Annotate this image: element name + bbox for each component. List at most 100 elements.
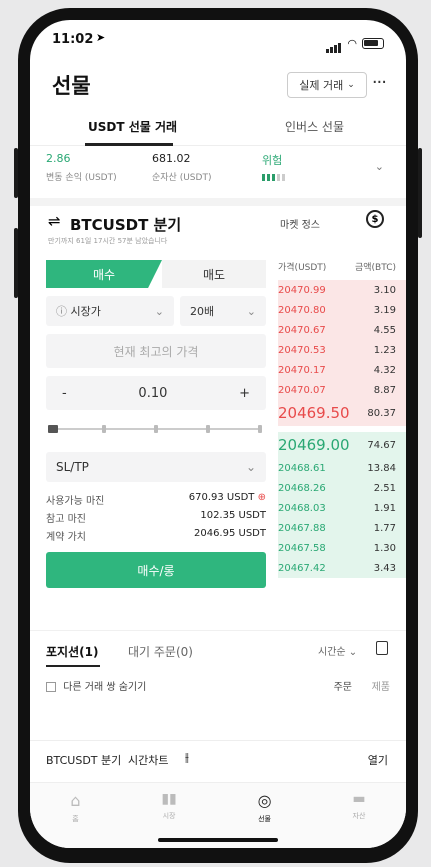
slider-handle[interactable]: [48, 425, 58, 433]
expiry-text: 만기까지 61일 17시간 57분 남았습니다: [48, 237, 168, 245]
candlestick-icon: ⫲: [185, 750, 189, 764]
order-book: 가격(USDT) 금액(BTC) 20470.99 3.10 20470.80 3.…: [278, 260, 406, 578]
checkbox-icon[interactable]: [46, 682, 56, 692]
buy-long-button[interactable]: 매수/롱: [46, 552, 266, 588]
section-divider: [30, 198, 406, 206]
chevron-down-icon: ⌄: [347, 80, 355, 90]
quantity-value[interactable]: 0.10: [138, 386, 167, 401]
bid-row[interactable]: 20468.61 13.84: [278, 458, 406, 478]
status-bar: 11:02 ➤ ◠: [30, 20, 406, 60]
ask-row[interactable]: 20470.17 4.32: [278, 360, 406, 380]
available-value: 670.93 USDT: [188, 492, 255, 503]
price-field[interactable]: 현재 최고의 가격: [46, 334, 266, 368]
risk-meter: [262, 174, 285, 181]
status-time: 11:02: [52, 32, 94, 47]
battery-icon: [362, 38, 384, 49]
tab-usdt-futures[interactable]: USDT 선물 거래: [88, 118, 177, 135]
product-column-label[interactable]: 제품: [372, 678, 390, 693]
market-tabs: USDT 선물 거래 인버스 선물: [30, 110, 406, 146]
ask-row[interactable]: 20470.99 3.10: [278, 280, 406, 300]
futures-icon: ◎: [257, 791, 272, 810]
order-type-value: 시장가: [70, 305, 101, 318]
pnl-value: 2.86: [46, 152, 71, 165]
equity-value: 681.02: [152, 152, 191, 165]
strip-chart-label: 시간차트: [128, 754, 169, 767]
leverage-select[interactable]: 20배 ⌄: [180, 296, 266, 326]
increase-button[interactable]: +: [239, 386, 250, 401]
tab-pending-orders[interactable]: 대기 주문(0): [128, 643, 193, 660]
swap-icon[interactable]: ⇌: [48, 212, 61, 230]
trade-mode-label: 실제 거래: [299, 79, 344, 92]
chevron-down-icon: ⌄: [246, 304, 256, 318]
add-icon[interactable]: ⊕: [258, 492, 266, 503]
quantity-slider[interactable]: [46, 422, 266, 436]
ask-row[interactable]: 20470.53 1.23: [278, 340, 406, 360]
ask-mid-row[interactable]: 20469.50 80.37: [278, 400, 406, 426]
quantity-stepper[interactable]: - 0.10 +: [46, 376, 266, 410]
chart-strip[interactable]: BTCUSDT 분기 시간차트 ⫲ 열기: [30, 740, 406, 776]
sltp-label: SL/TP: [56, 460, 89, 474]
volume-up-button: [14, 148, 18, 198]
bid-row[interactable]: 20468.03 1.91: [278, 498, 406, 518]
open-chart-button[interactable]: 열기: [368, 752, 388, 768]
bid-mid-row[interactable]: 20469.00 74.67: [278, 432, 406, 458]
chevron-down-icon[interactable]: ⌄: [375, 160, 384, 173]
active-tab-indicator: [46, 665, 100, 667]
more-icon[interactable]: ···: [372, 72, 387, 93]
status-icons: ◠: [326, 34, 384, 53]
trade-mode-dropdown[interactable]: 실제 거래 ⌄: [287, 72, 367, 98]
power-button: [418, 148, 422, 238]
nav-assets[interactable]: ▬ 자산: [352, 791, 365, 848]
info-icon: ⓘ: [56, 305, 71, 318]
ask-row[interactable]: 20470.80 3.19: [278, 300, 406, 320]
equity-label: 순자산 (USDT): [152, 173, 212, 183]
decrease-button[interactable]: -: [62, 386, 67, 401]
hide-other-pairs-label[interactable]: 다른 거래 쌍 숨기기: [63, 682, 146, 693]
order-form: 매수 매도 ⓘ 시장가 ⌄ 20배 ⌄ 현재 최고의 가격 - 0.10 + S…: [46, 260, 266, 588]
page-header: 선물 실제 거래 ⌄ ···: [52, 70, 388, 104]
bar-chart-icon: ▮▮: [161, 791, 177, 807]
amount-header: 금액(BTC): [354, 263, 396, 273]
buy-tab[interactable]: 매수: [46, 260, 162, 288]
contract-label: 계약 가치: [46, 532, 86, 543]
market-info-link[interactable]: 마켓 정스: [280, 216, 320, 231]
wallet-icon: ▬: [352, 791, 366, 807]
margin-value: 102.35 USDT: [200, 510, 266, 521]
location-icon: ➤: [96, 31, 106, 44]
home-icon: ⌂: [70, 791, 81, 810]
order-column-label[interactable]: 주문: [334, 678, 352, 693]
volume-down-button: [14, 228, 18, 298]
buy-sell-toggle: 매수 매도: [46, 260, 266, 288]
dollar-coin-icon[interactable]: $: [366, 210, 384, 228]
sort-select[interactable]: 시간순 ⌄: [318, 643, 357, 658]
account-stats: 2.86 변동 손익 (USDT) 681.02 순자산 (USDT) 위험 ⌄: [30, 152, 406, 192]
risk-label: 위험: [262, 154, 283, 167]
home-indicator: [158, 838, 278, 842]
bid-row[interactable]: 20467.42 3.43: [278, 558, 406, 578]
nav-home[interactable]: ⌂ 홈: [70, 791, 80, 848]
margin-label: 참고 마진: [46, 514, 86, 525]
pnl-label: 변동 손익 (USDT): [46, 173, 117, 183]
page-title: 선물: [52, 74, 91, 98]
order-type-select[interactable]: ⓘ 시장가 ⌄: [46, 296, 174, 326]
bid-row[interactable]: 20467.58 1.30: [278, 538, 406, 558]
sell-tab[interactable]: 매도: [162, 260, 266, 288]
chevron-down-icon: ⌄: [154, 304, 164, 318]
tab-positions[interactable]: 포지션(1): [46, 643, 98, 660]
sltp-select[interactable]: SL/TP ⌄: [46, 452, 266, 482]
available-label: 사용가능 마진: [46, 496, 105, 507]
position-tabs: 포지션(1) 대기 주문(0) 시간순 ⌄: [30, 630, 406, 667]
bottom-nav: ⌂ 홈 ▮▮ 시장 ◎ 선물 ▬ 자산: [30, 782, 406, 848]
leverage-value: 20배: [190, 305, 215, 318]
ask-row[interactable]: 20470.07 8.87: [278, 380, 406, 400]
ask-row[interactable]: 20470.67 4.55: [278, 320, 406, 340]
app-screen: 11:02 ➤ ◠ 선물 실제 거래 ⌄ ··· USDT 선물 거래 인버스 …: [30, 20, 406, 848]
symbol-name[interactable]: BTCUSDT 분기: [70, 214, 181, 235]
bid-row[interactable]: 20468.26 2.51: [278, 478, 406, 498]
strip-symbol: BTCUSDT 분기: [46, 754, 122, 767]
tab-inverse-futures[interactable]: 인버스 선물: [285, 118, 344, 135]
active-tab-indicator: [85, 143, 173, 146]
document-icon[interactable]: [376, 641, 388, 655]
bid-row[interactable]: 20467.88 1.77: [278, 518, 406, 538]
signal-icon: [326, 34, 342, 53]
